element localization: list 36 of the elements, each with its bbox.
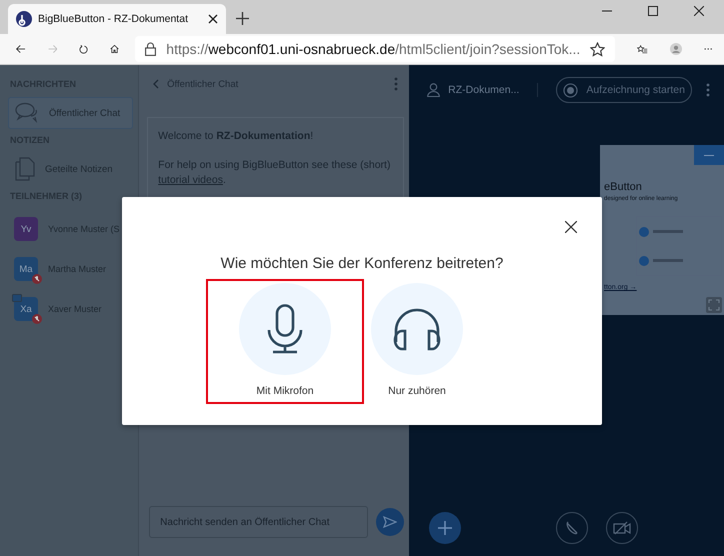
documents-icon: [15, 157, 35, 181]
more-icon[interactable]: [704, 47, 712, 51]
headphones-icon: [392, 306, 442, 352]
record-icon: [563, 82, 578, 98]
user-avatar: Ma: [14, 257, 38, 281]
record-button[interactable]: Aufzeichnung starten: [556, 77, 692, 103]
close-icon[interactable]: [208, 14, 218, 24]
more-vertical-icon[interactable]: [706, 83, 710, 97]
phone-off-icon: [564, 520, 580, 536]
lock-icon: [145, 42, 156, 56]
user-avatar: Yv: [14, 217, 38, 241]
maximize-icon[interactable]: [648, 6, 658, 16]
plus-icon: [437, 520, 454, 536]
address-field[interactable]: https://webconf01.uni-osnabrueck.de/html5client/join?sessionTok...: [135, 36, 616, 62]
close-icon[interactable]: [694, 6, 704, 16]
send-button[interactable]: [376, 508, 404, 536]
actions-button[interactable]: [429, 512, 462, 544]
dialog-question: Wie möchten Sie der Konferenz beitreten?: [220, 255, 504, 272]
browser-tab[interactable]: BigBlueButton - RZ-Dokumentat: [8, 4, 226, 34]
star-icon[interactable]: [590, 42, 606, 56]
chat-bubbles-icon: [15, 102, 39, 124]
user-icon: [427, 83, 440, 97]
slide-title: eButton: [604, 181, 643, 193]
video-off-button[interactable]: [606, 512, 638, 544]
send-icon: [383, 516, 398, 528]
microphone-icon: [267, 304, 303, 354]
message-input[interactable]: Nachricht senden an Öffentlicher Chat: [149, 506, 368, 538]
audio-option[interactable]: Mit Mikrofon: [206, 279, 364, 404]
new-tab-icon[interactable]: [236, 12, 249, 25]
tab-title: BigBlueButton - RZ-Dokumentat: [38, 13, 189, 25]
logo-icon: [16, 11, 32, 27]
meeting-name: RZ-Dokumen...: [448, 84, 520, 96]
home-icon[interactable]: [110, 42, 120, 56]
close-icon[interactable]: [565, 221, 577, 233]
leave-audio-button[interactable]: [556, 512, 588, 544]
camera-off-icon: [613, 521, 632, 535]
